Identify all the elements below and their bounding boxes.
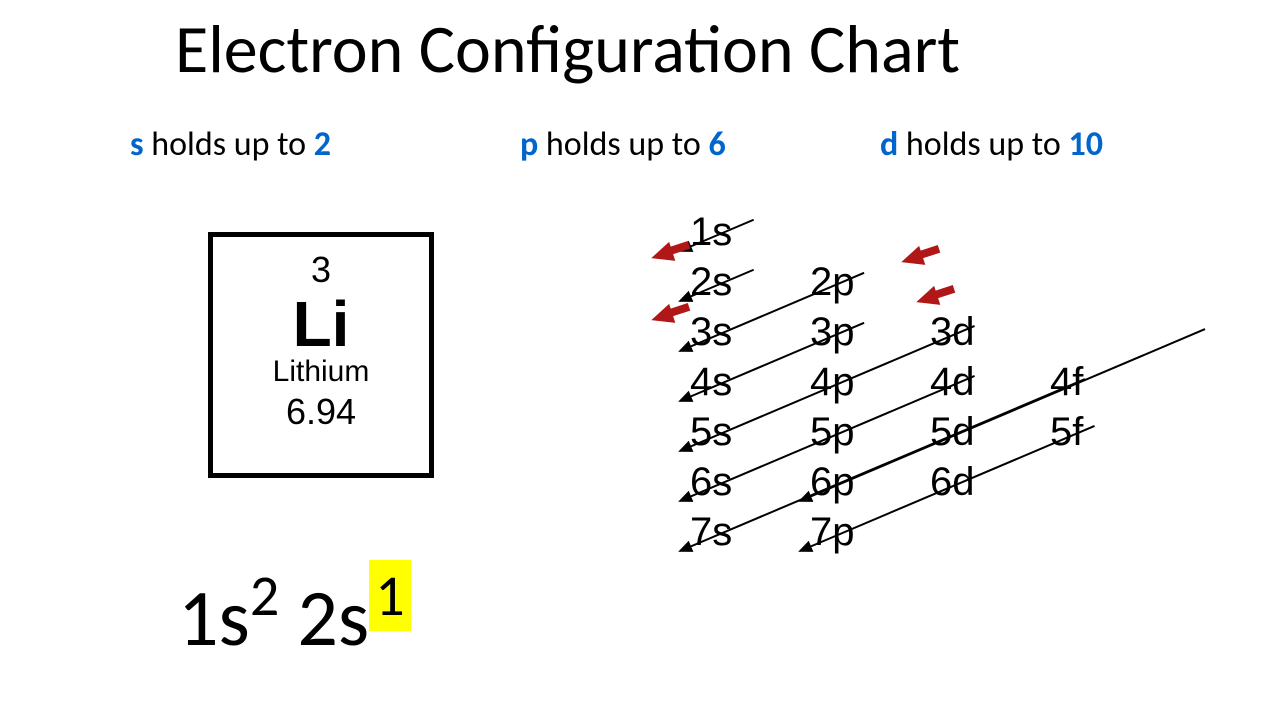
orbital-5f: 5f: [1050, 410, 1170, 455]
orbital-6p: 6p: [810, 460, 930, 505]
orbital-3s: 3s: [690, 310, 810, 355]
orbital-5s: 5s: [690, 410, 810, 455]
capacity-p: p holds up to 6: [520, 124, 726, 165]
orbital-row-5: 5s5p5d5f: [690, 410, 1190, 455]
orbital-label-s: s: [130, 124, 144, 165]
orbital-row-6: 6s6p6d: [690, 460, 1190, 505]
orbital-4p: 4p: [810, 360, 930, 405]
orbital-label-d: d: [880, 124, 898, 165]
orbital-3p: 3p: [810, 310, 930, 355]
red-arrow-icon: [648, 296, 693, 329]
capacity-text: holds up to: [898, 124, 1068, 165]
capacity-value-d: 10: [1068, 124, 1102, 165]
orbital-4d: 4d: [930, 360, 1050, 405]
orbital-7p: 7p: [810, 510, 930, 555]
orbital-7s: 7s: [690, 510, 810, 555]
orbital-4f: 4f: [1050, 360, 1170, 405]
orbital-row-3: 3s3p3d: [690, 310, 1190, 355]
capacity-text: holds up to: [538, 124, 708, 165]
element-symbol: Li: [213, 287, 429, 361]
orbital-label-p: p: [520, 124, 538, 165]
page-title: Electron Configuration Chart: [175, 8, 960, 91]
capacity-value-s: 2: [314, 124, 331, 165]
element-tile: 3 Li Lithium 6.94: [208, 232, 434, 478]
orbital-1s: 1s: [690, 210, 810, 255]
orbital-5p: 5p: [810, 410, 930, 455]
capacity-text: holds up to: [144, 124, 314, 165]
atomic-number: 3: [213, 249, 429, 291]
orbital-row-1: 1s: [690, 210, 1190, 255]
orbital-2s: 2s: [690, 260, 810, 305]
config-term-2s: 2s: [297, 570, 369, 667]
config-sup-1s: 2: [250, 560, 279, 631]
capacity-d: d holds up to 10: [880, 124, 1103, 165]
orbital-3d: 3d: [930, 310, 1050, 355]
capacity-value-p: 6: [708, 124, 725, 165]
config-term-1s: 1s: [178, 570, 250, 667]
red-arrow-icon: [648, 234, 693, 267]
orbital-4s: 4s: [690, 360, 810, 405]
atomic-mass: 6.94: [213, 391, 429, 433]
orbital-6d: 6d: [930, 460, 1050, 505]
config-sup-2s-highlighted: 1: [369, 560, 410, 631]
aufbau-chart: 1s 2s2p 3s3p3d 4s4p4d4f 5s5p5d5f 6s6p6d …: [690, 210, 1190, 570]
capacity-s: s holds up to 2: [130, 124, 331, 165]
orbital-row-7: 7s7p: [690, 510, 1190, 555]
orbital-6s: 6s: [690, 460, 810, 505]
element-name: Lithium: [213, 355, 429, 389]
orbital-5d: 5d: [930, 410, 1050, 455]
electron-configuration: 1s2 2s1: [178, 560, 411, 667]
